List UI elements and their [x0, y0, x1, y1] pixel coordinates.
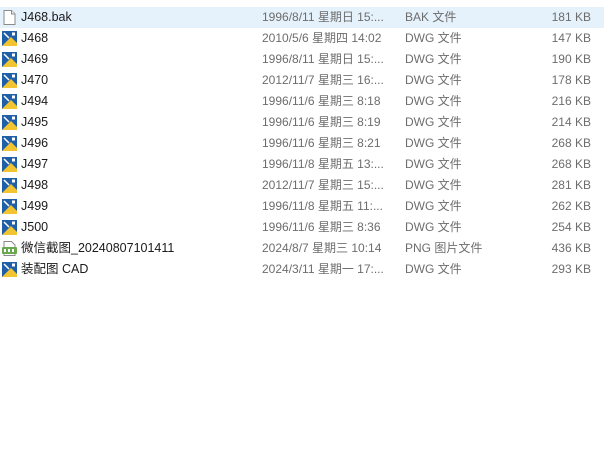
file-name: J470	[21, 73, 49, 87]
dwg-file-icon	[1, 51, 18, 68]
file-type: DWG 文件	[405, 31, 462, 45]
dwg-file-icon	[1, 177, 18, 194]
file-row[interactable]: 装配图 CAD 2024/3/11 星期一 17:... DWG 文件 293 …	[0, 259, 604, 280]
file-type: DWG 文件	[405, 52, 462, 66]
file-size: 147 KB	[551, 31, 591, 45]
dwg-file-icon	[1, 135, 18, 152]
file-date-modified: 1996/11/8 星期五 11:...	[262, 199, 383, 213]
file-type: DWG 文件	[405, 115, 462, 129]
file-date-modified: 1996/8/11 星期日 15:...	[262, 10, 384, 24]
dwg-file-icon	[1, 219, 18, 236]
dwg-file-icon	[1, 198, 18, 215]
file-name: J497	[21, 157, 49, 171]
file-name: J495	[21, 115, 49, 129]
file-row[interactable]: 微信截图_20240807101411 2024/8/7 星期三 10:14 P…	[0, 238, 604, 259]
blank-file-icon	[1, 9, 18, 26]
dwg-file-icon	[1, 72, 18, 89]
dwg-file-icon	[1, 93, 18, 110]
file-name: J468.bak	[21, 10, 72, 24]
file-row[interactable]: J497 1996/11/8 星期五 13:... DWG 文件 268 KB	[0, 154, 604, 175]
file-date-modified: 2024/8/7 星期三 10:14	[262, 241, 382, 255]
file-type: DWG 文件	[405, 220, 462, 234]
file-type: DWG 文件	[405, 94, 462, 108]
file-row[interactable]: J470 2012/11/7 星期三 16:... DWG 文件 178 KB	[0, 70, 604, 91]
file-size: 254 KB	[551, 220, 591, 234]
file-name: J498	[21, 178, 49, 192]
file-row[interactable]: J500 1996/11/6 星期三 8:36 DWG 文件 254 KB	[0, 217, 604, 238]
file-date-modified: 1996/11/8 星期五 13:...	[262, 157, 384, 171]
dwg-file-icon	[1, 114, 18, 131]
file-row[interactable]: J496 1996/11/6 星期三 8:21 DWG 文件 268 KB	[0, 133, 604, 154]
file-name: 装配图 CAD	[21, 262, 89, 276]
file-size: 181 KB	[551, 10, 591, 24]
file-name: J500	[21, 220, 49, 234]
file-size: 436 KB	[551, 241, 591, 255]
file-name: J499	[21, 199, 49, 213]
dwg-file-icon	[1, 156, 18, 173]
file-list: J468.bak 1996/8/11 星期日 15:... BAK 文件 181…	[0, 7, 604, 280]
file-row[interactable]: J495 1996/11/6 星期三 8:19 DWG 文件 214 KB	[0, 112, 604, 133]
file-date-modified: 2010/5/6 星期四 14:02	[262, 31, 382, 45]
file-name: 微信截图_20240807101411	[21, 241, 175, 255]
file-type: BAK 文件	[405, 10, 457, 24]
file-date-modified: 1996/8/11 星期日 15:...	[262, 52, 384, 66]
file-size: 216 KB	[551, 94, 591, 108]
file-size: 262 KB	[551, 199, 591, 213]
file-size: 293 KB	[551, 262, 591, 276]
file-type: DWG 文件	[405, 178, 462, 192]
file-row[interactable]: J468.bak 1996/8/11 星期日 15:... BAK 文件 181…	[0, 7, 604, 28]
file-date-modified: 1996/11/6 星期三 8:19	[262, 115, 381, 129]
file-size: 281 KB	[551, 178, 591, 192]
file-date-modified: 1996/11/6 星期三 8:36	[262, 220, 381, 234]
file-name: J494	[21, 94, 49, 108]
file-size: 178 KB	[551, 73, 591, 87]
file-type: PNG 图片文件	[405, 241, 483, 255]
file-size: 268 KB	[551, 157, 591, 171]
file-size: 268 KB	[551, 136, 591, 150]
file-date-modified: 1996/11/6 星期三 8:18	[262, 94, 381, 108]
file-row[interactable]: J469 1996/8/11 星期日 15:... DWG 文件 190 KB	[0, 49, 604, 70]
file-date-modified: 2024/3/11 星期一 17:...	[262, 262, 384, 276]
file-type: DWG 文件	[405, 73, 462, 87]
file-row[interactable]: J494 1996/11/6 星期三 8:18 DWG 文件 216 KB	[0, 91, 604, 112]
file-size: 190 KB	[551, 52, 591, 66]
dwg-file-icon	[1, 30, 18, 47]
file-date-modified: 1996/11/6 星期三 8:21	[262, 136, 381, 150]
file-name: J496	[21, 136, 49, 150]
file-type: DWG 文件	[405, 199, 462, 213]
file-type: DWG 文件	[405, 136, 462, 150]
file-name: J469	[21, 52, 49, 66]
file-row[interactable]: J498 2012/11/7 星期三 15:... DWG 文件 281 KB	[0, 175, 604, 196]
file-name: J468	[21, 31, 49, 45]
file-row[interactable]: J499 1996/11/8 星期五 11:... DWG 文件 262 KB	[0, 196, 604, 217]
file-type: DWG 文件	[405, 262, 462, 276]
dwg-file-icon	[1, 261, 18, 278]
file-date-modified: 2012/11/7 星期三 15:...	[262, 178, 384, 192]
file-type: DWG 文件	[405, 157, 462, 171]
file-row[interactable]: J468 2010/5/6 星期四 14:02 DWG 文件 147 KB	[0, 28, 604, 49]
file-date-modified: 2012/11/7 星期三 16:...	[262, 73, 384, 87]
png-image-icon	[1, 240, 18, 257]
file-size: 214 KB	[551, 115, 591, 129]
